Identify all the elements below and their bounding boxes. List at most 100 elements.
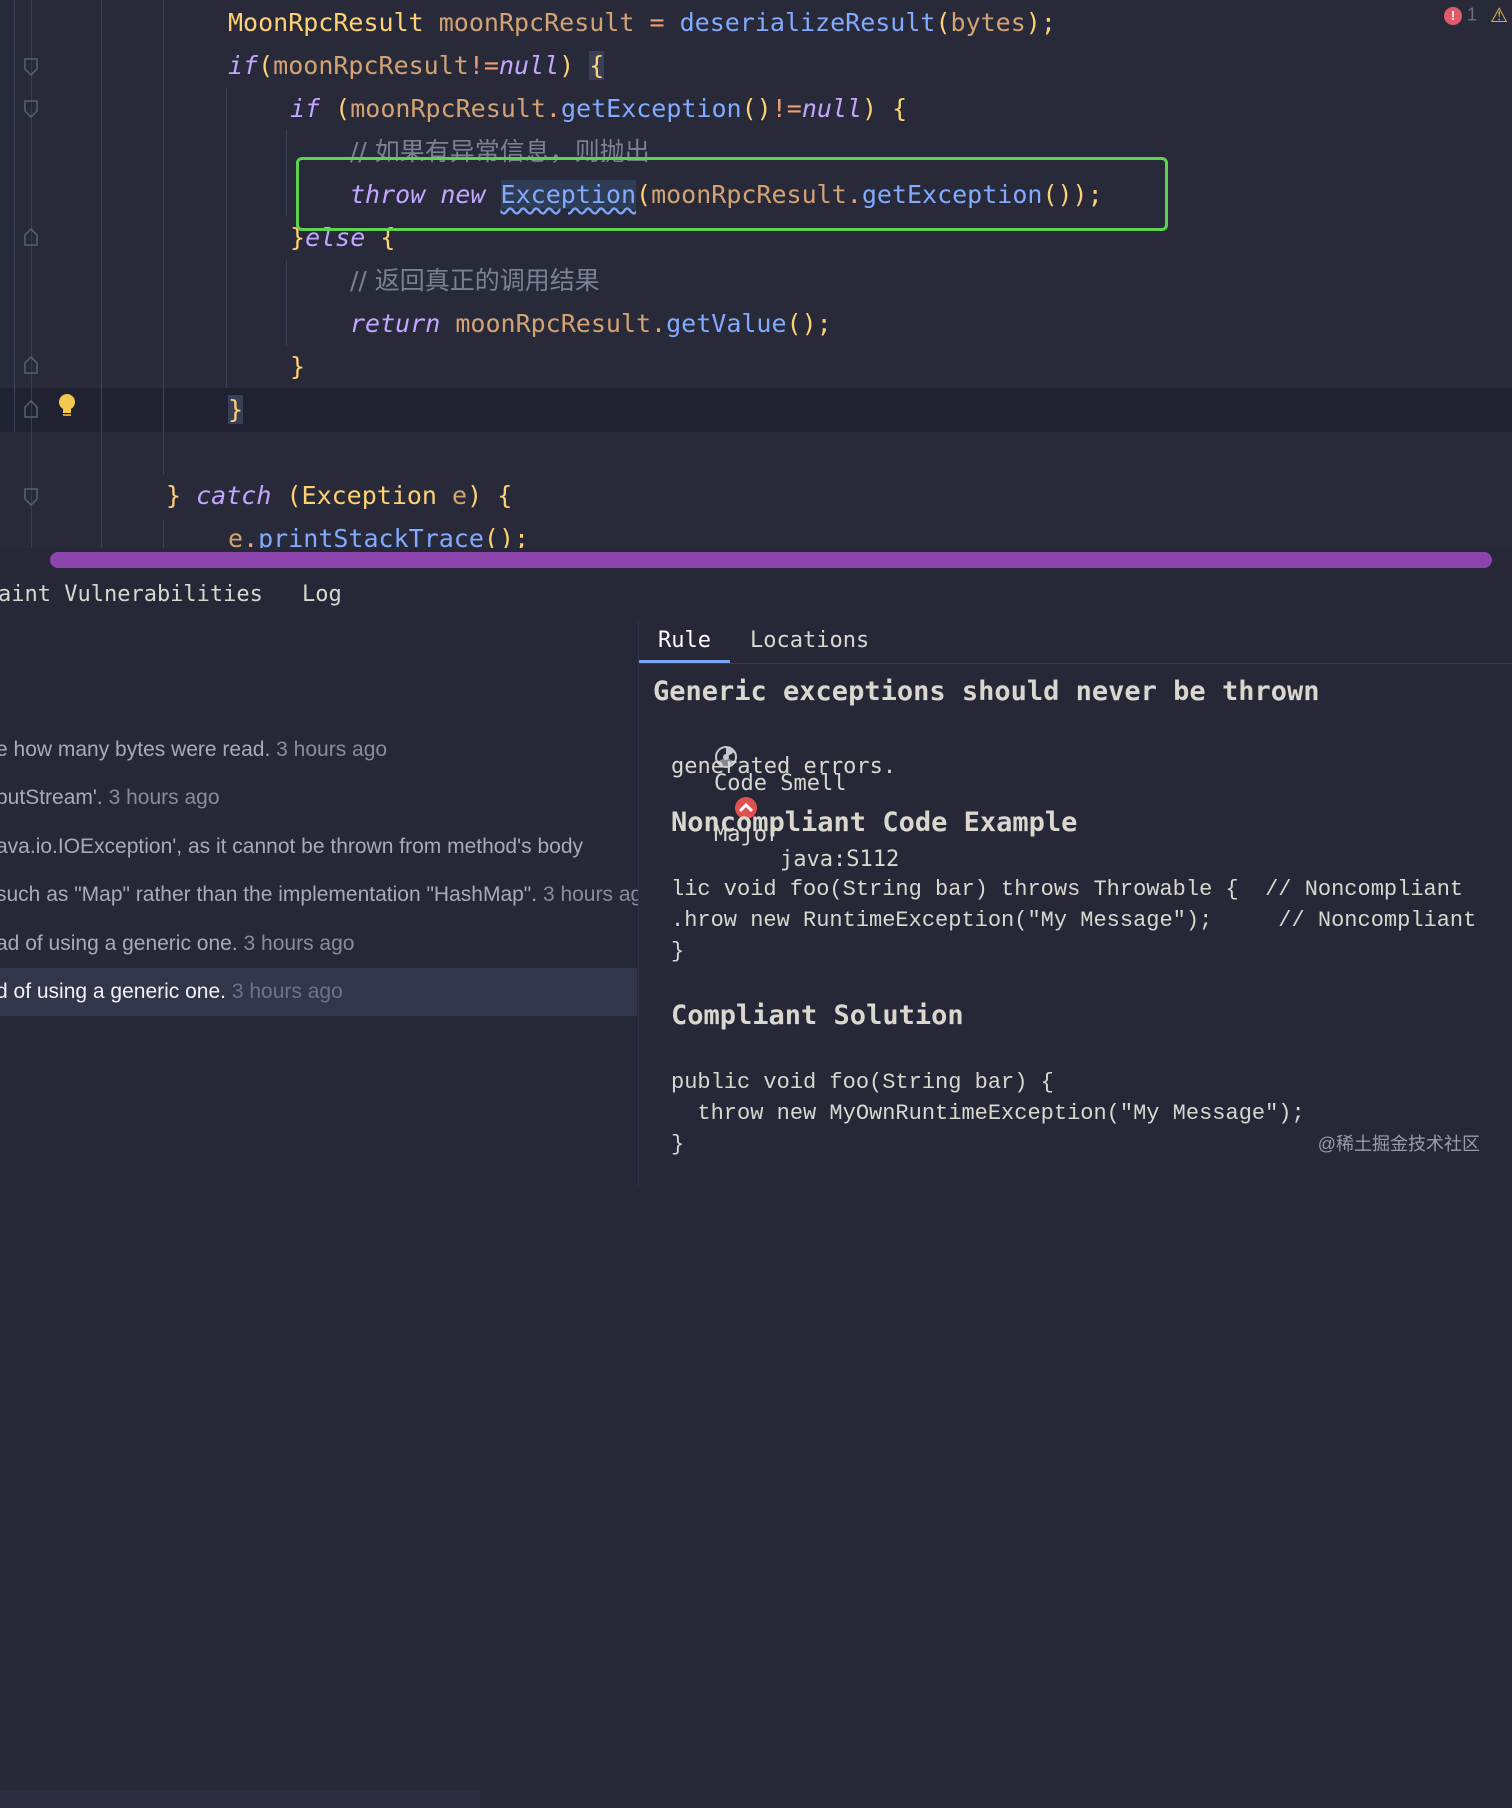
issue-age: 3 hours ago [243, 932, 355, 955]
issue-text: e how many bytes were read. [0, 738, 271, 761]
indent-guide [101, 0, 102, 548]
token: ); [1025, 8, 1056, 37]
indent-guide [163, 0, 164, 475]
token: moonRpcResult [455, 309, 652, 338]
token: getException [560, 94, 742, 123]
token: ) [559, 51, 575, 80]
issue-item-selected[interactable]: d of using a generic one. 3 hours ago [0, 968, 637, 1016]
horizontal-scrollbar[interactable] [50, 552, 1492, 568]
current-line-highlight [0, 388, 1512, 432]
token: MoonRpcResult [228, 8, 424, 37]
issue-item[interactable]: ava.io.IOException', as it cannot be thr… [0, 823, 583, 871]
token: if [290, 94, 321, 123]
token: moonRpcResult [273, 51, 469, 80]
fold-marker-icon[interactable] [23, 488, 39, 506]
token: return [350, 309, 441, 338]
token: != [468, 51, 499, 80]
token: ( [935, 8, 951, 37]
indent-guide [226, 88, 227, 388]
token: } [228, 395, 244, 424]
highlight-box [296, 157, 1168, 231]
token: if [228, 51, 259, 80]
warning-icon: ⚠ [1490, 5, 1508, 27]
issue-age: 3 hours ago [231, 980, 343, 1003]
issue-item[interactable]: putStream'. 3 hours ago [0, 774, 220, 822]
issue-text: d of using a generic one. [0, 980, 226, 1003]
token: moonRpcResult [350, 94, 546, 123]
issue-item[interactable]: such as "Map" rather than the implementa… [0, 871, 654, 919]
issue-age: 3 hours ago [276, 738, 388, 761]
code-editor[interactable]: ! 1 ⚠ MoonRpcResult moonRpcResult = dese… [0, 0, 1512, 548]
fold-marker-icon[interactable] [23, 100, 39, 118]
error-icon: ! [1444, 6, 1463, 25]
token: { [892, 94, 908, 123]
token: e [228, 524, 244, 548]
tool-window-tabs: aint Vulnerabilities Log [0, 570, 1512, 623]
tab-divider [639, 663, 1512, 664]
token: Exception [301, 481, 437, 510]
token: printStackTrace [258, 524, 484, 548]
issue-item[interactable]: e how many bytes were read. 3 hours ago [0, 726, 387, 774]
rule-title: Generic exceptions should never be throw… [653, 676, 1320, 707]
token: . [243, 524, 259, 548]
token: = [649, 8, 665, 37]
code-line[interactable]: } [290, 345, 305, 388]
code-comment: // 返回真正的调用结果 [350, 266, 600, 295]
tab-rule[interactable]: Rule [658, 628, 711, 653]
issue-text: such as "Map" rather than the implementa… [0, 883, 538, 906]
token: getValue [666, 309, 787, 338]
issue-age: 3 hours ago [108, 786, 220, 809]
indent-guide [14, 0, 15, 432]
code-line[interactable]: e.printStackTrace(); [228, 517, 529, 548]
active-tab-indicator [639, 660, 730, 663]
token: ) [862, 94, 878, 123]
token: (); [786, 309, 832, 338]
rule-description: generated errors. [671, 754, 897, 779]
tab-log[interactable]: Log [302, 582, 342, 607]
indent-guide [286, 260, 287, 346]
token: moonRpcResult [438, 8, 635, 37]
lightbulb-icon[interactable] [58, 393, 76, 419]
fold-marker-icon[interactable] [23, 356, 39, 374]
indent-guide [163, 520, 164, 548]
code-line[interactable]: if (moonRpcResult.getException()!=null) … [290, 87, 907, 130]
token: ( [335, 94, 351, 123]
token: catch [196, 481, 272, 510]
indent-guide [286, 130, 287, 216]
tab-taint-vulnerabilities[interactable]: aint Vulnerabilities [0, 582, 263, 607]
token: } [166, 481, 182, 510]
issue-text: ava.io.IOException', as it cannot be thr… [0, 835, 583, 858]
token: . [545, 94, 561, 123]
compliant-heading: Compliant Solution [671, 1000, 964, 1031]
inspection-status[interactable]: ! 1 ⚠ [1444, 3, 1508, 28]
code-line[interactable]: } catch (Exception e) { [166, 474, 512, 517]
issues-list: e how many bytes were read. 3 hours ago … [0, 622, 654, 1808]
token: deserializeResult [679, 8, 936, 37]
gutter-divider [31, 0, 32, 548]
token: ( [286, 481, 302, 510]
token: } [290, 352, 306, 381]
token: != [771, 94, 802, 123]
code-line[interactable]: MoonRpcResult moonRpcResult = deserializ… [228, 1, 1056, 44]
issues-scrollbar[interactable] [0, 1790, 480, 1808]
fold-marker-icon[interactable] [23, 400, 39, 418]
code-line[interactable]: } [228, 388, 244, 431]
token: ) [467, 481, 483, 510]
rule-key: java:S112 [779, 847, 900, 872]
token: e [452, 481, 468, 510]
rule-panel: Rule Locations Generic exceptions should… [638, 622, 1512, 1186]
token: { [589, 51, 605, 80]
tab-locations[interactable]: Locations [750, 628, 869, 653]
code-line[interactable]: if(moonRpcResult!=null) { [228, 44, 605, 87]
token: { [497, 481, 513, 510]
issue-text: ad of using a generic one. [0, 932, 238, 955]
issue-item[interactable]: ad of using a generic one. 3 hours ago [0, 920, 354, 968]
token: bytes [950, 8, 1026, 37]
token: (); [483, 524, 530, 548]
watermark: @稀土掘金技术社区 [1317, 1134, 1480, 1154]
compliant-code: public void foo(String bar) { throw new … [671, 1070, 1305, 1157]
code-line[interactable]: return moonRpcResult.getValue(); [350, 302, 832, 345]
fold-marker-icon[interactable] [23, 58, 39, 76]
noncompliant-code: lic void foo(String bar) throws Throwabl… [671, 877, 1477, 964]
fold-marker-icon[interactable] [23, 228, 39, 246]
